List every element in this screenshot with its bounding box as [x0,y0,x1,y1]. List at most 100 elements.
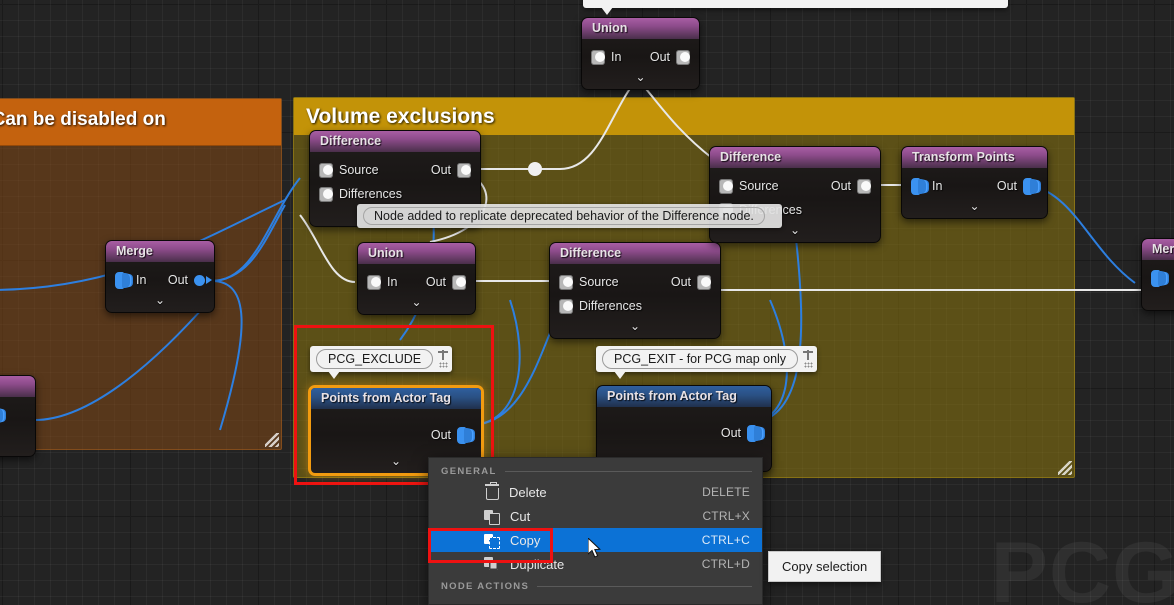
node-union-mid[interactable]: Union In Out ⌄ [357,242,476,315]
node-title: Union [582,18,699,39]
single-pin-icon[interactable] [452,274,466,290]
menu-item-shortcut: DELETE [702,485,750,499]
single-pin-icon[interactable] [591,49,605,65]
pin-source: Source [319,162,379,178]
single-pin-icon[interactable] [857,178,871,194]
pin-label-in: In [387,275,398,289]
pin-row: In Out [358,270,475,294]
multi-pin-icon[interactable] [0,407,3,424]
menu-item-label: Cut [510,508,531,524]
menu-item-shortcut: CTRL+C [701,533,750,547]
menu-item-delete[interactable]: Delete DELETE [429,480,762,504]
single-pin-icon[interactable] [457,162,471,178]
node-expand-chevron-icon[interactable]: ⌄ [106,292,214,310]
pin-out [0,407,3,424]
multi-pin-icon[interactable] [1023,177,1038,195]
node-expand-chevron-icon[interactable]: ⌄ [550,318,720,336]
pin-label-in: In [136,273,147,287]
node-merge-right[interactable]: Mer ⌄ [1141,238,1174,311]
pcg-graph-editor-canvas[interactable]: PCG iginal GDC demo. Can be disabled on … [0,0,1174,605]
node-difference-2[interactable]: Difference Source Out Differences ⌄ [549,242,721,339]
single-pin-icon[interactable] [367,274,381,290]
pin-label-out: Out [430,163,451,177]
node-transform-points[interactable]: Transform Points In Out ⌄ [901,146,1048,219]
node-partial-left-edge[interactable] [0,375,36,457]
node-difference-3[interactable]: Difference Source Out Differences ⌄ [709,146,881,243]
node-title: Difference [310,131,480,152]
pin-label-out: Out [167,273,188,287]
node-title: Transform Points [902,147,1047,168]
node-merge-left[interactable]: Merge In Out ⌄ [105,240,215,313]
copy-icon [484,532,500,549]
pin-label-in: In [932,179,943,193]
pin-row: Source Out [550,270,720,294]
pin-out: Out [167,273,212,287]
single-pin-icon[interactable] [194,274,212,286]
pin-label-out: Out [830,179,851,193]
pin-differences: Differences [319,186,402,202]
tag-node-pcg-exclude[interactable]: PCG_EXCLUDE [310,346,453,379]
menu-section-label: GENERAL [441,466,497,477]
node-title: Merge [106,241,214,262]
tag-icon-group [438,350,449,368]
multi-pin-icon[interactable] [911,177,926,195]
cut-icon [484,508,500,525]
pin-row: In Out [902,174,1047,198]
node-title [0,376,35,397]
node-description-text: Node added to replicate deprecated behav… [363,207,765,225]
tag-pointer [614,371,626,379]
context-menu[interactable]: GENERAL Delete DELETE Cut CTRL+X Copy CT… [428,457,763,605]
single-pin-icon[interactable] [319,186,333,202]
multi-pin-icon[interactable] [747,424,762,442]
single-pin-icon[interactable] [697,274,711,290]
dots-grip-icon[interactable] [438,362,448,368]
pin-in: In [115,271,147,289]
multi-pin-icon[interactable] [457,426,472,444]
node-expand-chevron-icon[interactable]: ⌄ [582,69,699,87]
node-expand-chevron-icon[interactable]: ⌄ [1142,290,1174,308]
pin-out: Out [650,49,690,65]
multi-pin-icon[interactable] [115,271,130,289]
pin-out: Out [720,424,762,442]
menu-item-duplicate[interactable]: Duplicate CTRL+D [429,552,762,576]
menu-item-cut[interactable]: Cut CTRL+X [429,504,762,528]
single-pin-icon[interactable] [559,298,573,314]
node-union-top[interactable]: Union In Out ⌄ [581,17,700,90]
tag-pointer [601,7,613,15]
tag-pill-label: PCG_EXIT - for PCG map only [602,349,799,369]
comment-resize-grip[interactable] [265,433,279,447]
pin-label-out: Out [720,426,741,440]
dots-grip-icon[interactable] [803,362,813,368]
menu-item-label: Duplicate [510,556,565,572]
comment-resize-grip[interactable] [1058,461,1072,475]
pin-marker-icon[interactable] [803,350,814,360]
node-expand-chevron-icon[interactable]: ⌄ [902,198,1047,216]
pin-row: In Out [106,268,214,292]
pin-label-in: In [611,50,622,64]
node-expand-chevron-icon[interactable]: ⌄ [358,294,475,312]
pin-source: Source [559,274,619,290]
tag-node-pcg-exit[interactable]: PCG_EXIT - for PCG map only [596,346,818,379]
pcg-watermark: PCG [990,525,1174,605]
single-pin-icon[interactable] [319,162,333,178]
pin-label-source: Source [579,275,619,289]
menu-section-label: NODE ACTIONS [441,581,530,592]
pin-marker-icon[interactable] [438,350,449,360]
node-title: Mer [1142,239,1174,260]
menu-section-divider [504,471,752,472]
pin-row: In Out [582,45,699,69]
node-body [0,397,35,429]
pin-in [1151,269,1166,287]
node-body: In Out ⌄ [902,168,1047,218]
single-pin-icon[interactable] [559,274,573,290]
node-body: In Out ⌄ [582,39,699,89]
pin-in: In [367,274,398,290]
pin-row: Out [311,423,481,447]
menu-item-shortcut: CTRL+X [702,509,750,523]
multi-pin-icon[interactable] [1151,269,1166,287]
tag-node-partial-top[interactable] [583,0,1008,15]
pin-differences: Differences [559,298,642,314]
single-pin-icon[interactable] [719,178,733,194]
menu-item-copy[interactable]: Copy CTRL+C [429,528,762,552]
single-pin-icon[interactable] [676,49,690,65]
